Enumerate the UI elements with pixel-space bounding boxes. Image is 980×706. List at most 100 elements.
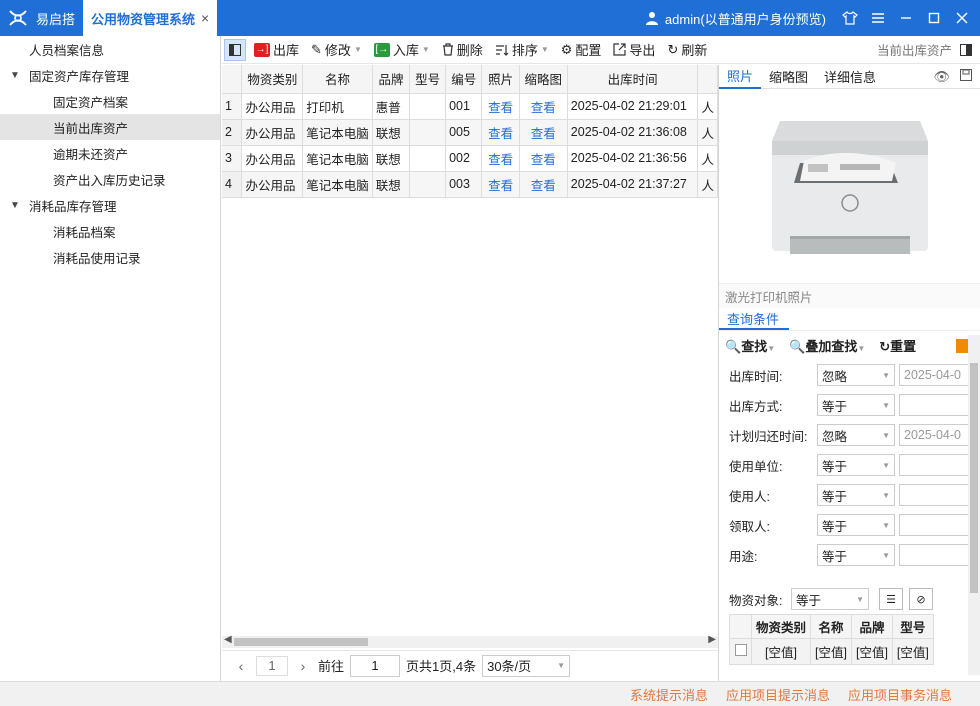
col-header[interactable]: 型号: [891, 614, 934, 639]
chevron-down-icon[interactable]: ▼: [10, 70, 29, 81]
query-vertical-scrollbar[interactable]: [968, 335, 980, 675]
cell-category[interactable]: 办公用品: [241, 171, 304, 198]
list-check-icon[interactable]: ☰: [879, 588, 903, 610]
col-header[interactable]: 出库时间: [567, 65, 699, 94]
cell-code[interactable]: 001: [445, 93, 483, 120]
eye-icon[interactable]: 👁: [933, 69, 950, 85]
prev-page-icon[interactable]: ‹: [232, 658, 250, 674]
condition-value[interactable]: [899, 514, 979, 536]
cell-brand[interactable]: 联想: [372, 145, 411, 172]
printer-photo[interactable]: [719, 89, 980, 284]
cell-out-time[interactable]: 2025-04-02 21:36:08: [567, 119, 699, 146]
row-checkbox[interactable]: [729, 638, 752, 665]
chevron-right-icon[interactable]: ▶: [708, 634, 716, 645]
tab-thumbnail[interactable]: 缩略图: [761, 65, 816, 89]
menu-icon[interactable]: [864, 0, 892, 36]
col-header[interactable]: 缩略图: [519, 65, 568, 94]
in-button[interactable]: [→ 入库 ▼: [368, 38, 436, 62]
refresh-button[interactable]: ↻ 刷新: [661, 38, 713, 62]
current-page[interactable]: 1: [256, 655, 288, 676]
save-icon[interactable]: [960, 68, 972, 81]
sidebar-group-fixed-assets[interactable]: ▼ 固定资产库存管理: [0, 62, 220, 88]
toggle-sidebar-button[interactable]: [224, 38, 246, 61]
scrollbar-thumb[interactable]: [970, 363, 978, 593]
col-header[interactable]: 物资类别: [241, 65, 304, 94]
col-header[interactable]: 品牌: [850, 614, 893, 639]
view-thumb-link[interactable]: 查看: [519, 93, 568, 120]
object-operator[interactable]: 等于 ▼: [791, 588, 869, 610]
tab-details[interactable]: 详细信息: [816, 65, 884, 89]
condition-value[interactable]: 2025-04-0: [899, 424, 979, 446]
sidebar-item-overdue[interactable]: 逾期未还资产: [0, 140, 220, 166]
sidebar-item-current-out[interactable]: 当前出库资产: [0, 114, 220, 140]
cell-category[interactable]: 办公用品: [241, 145, 304, 172]
condition-value[interactable]: [899, 394, 979, 416]
table-row[interactable]: [空值] [空值] [空值] [空值]: [729, 638, 934, 665]
view-thumb-link[interactable]: 查看: [519, 145, 568, 172]
table-row[interactable]: 3 办公用品 笔记本电脑 联想 002 查看 查看 2025-04-02 21:…: [222, 145, 718, 172]
table-row[interactable]: 2 办公用品 笔记本电脑 联想 005 查看 查看 2025-04-02 21:…: [222, 119, 718, 146]
col-header[interactable]: 编号: [445, 65, 483, 94]
cell-code[interactable]: 003: [445, 171, 483, 198]
config-button[interactable]: ⚙ 配置: [555, 38, 608, 62]
chevron-left-icon[interactable]: ◀: [224, 634, 232, 645]
sidebar-item-history[interactable]: 资产出入库历史记录: [0, 166, 220, 192]
panel-right-icon[interactable]: [960, 43, 972, 56]
col-header[interactable]: 照片: [481, 65, 520, 94]
maximize-icon[interactable]: [920, 0, 948, 36]
user-menu[interactable]: admin(以普通用户身份预览): [645, 9, 826, 28]
export-button[interactable]: 导出: [607, 38, 661, 62]
cell-model[interactable]: [409, 145, 447, 172]
cell-model[interactable]: [409, 171, 447, 198]
cell-out-time[interactable]: 2025-04-02 21:29:01: [567, 93, 699, 120]
condition-value[interactable]: [899, 544, 979, 566]
tab-query[interactable]: 查询条件: [719, 308, 789, 330]
condition-operator[interactable]: 忽略 ▼: [817, 424, 895, 446]
col-header[interactable]: 物资类别: [750, 614, 812, 639]
find-button[interactable]: 🔍查找▼: [725, 336, 775, 355]
scrollbar-thumb[interactable]: [234, 638, 368, 646]
delete-button[interactable]: 删除: [436, 38, 489, 62]
col-header[interactable]: 型号: [409, 65, 447, 94]
col-header[interactable]: 品牌: [372, 65, 411, 94]
shirt-icon[interactable]: [836, 0, 864, 36]
condition-operator[interactable]: 等于 ▼: [817, 514, 895, 536]
cell-brand[interactable]: 惠普: [372, 93, 411, 120]
page-size-select[interactable]: 30条/页 ▼: [482, 654, 571, 677]
table-row[interactable]: 4 办公用品 笔记本电脑 联想 003 查看 查看 2025-04-02 21:…: [222, 171, 718, 198]
condition-operator[interactable]: 等于 ▼: [817, 544, 895, 566]
condition-operator[interactable]: 等于 ▼: [817, 394, 895, 416]
close-icon[interactable]: ×: [201, 10, 209, 26]
app-message-link[interactable]: 应用项目提示消息: [726, 685, 830, 704]
cell-empty[interactable]: [空值]: [810, 638, 852, 665]
cell-name[interactable]: 打印机: [302, 93, 373, 120]
sidebar-item-consumable-usage[interactable]: 消耗品使用记录: [0, 244, 220, 270]
condition-operator[interactable]: 等于 ▼: [817, 454, 895, 476]
next-page-icon[interactable]: ›: [294, 658, 312, 674]
cell-code[interactable]: 002: [445, 145, 483, 172]
cell-empty[interactable]: [空值]: [891, 638, 934, 665]
cell-model[interactable]: [409, 119, 447, 146]
condition-value[interactable]: 2025-04-0: [899, 364, 979, 386]
cell-code[interactable]: 005: [445, 119, 483, 146]
reset-button[interactable]: ↻重置: [879, 336, 916, 355]
view-photo-link[interactable]: 查看: [481, 119, 520, 146]
tab-photo[interactable]: 照片: [719, 65, 762, 89]
view-thumb-link[interactable]: 查看: [519, 171, 568, 198]
view-thumb-link[interactable]: 查看: [519, 119, 568, 146]
col-header[interactable]: 名称: [302, 65, 373, 94]
chevron-down-icon[interactable]: ▼: [10, 200, 29, 211]
view-photo-link[interactable]: 查看: [481, 93, 520, 120]
cell-out-time[interactable]: 2025-04-02 21:37:27: [567, 171, 699, 198]
edit-button[interactable]: ✎ 修改 ▼: [305, 38, 368, 62]
tab-system[interactable]: 公用物资管理系统 ×: [83, 0, 218, 36]
condition-value[interactable]: [899, 484, 979, 506]
sidebar-item-consumable-archive[interactable]: 消耗品档案: [0, 218, 220, 244]
sidebar-group-consumables[interactable]: ▼ 消耗品库存管理: [0, 192, 220, 218]
task-message-link[interactable]: 应用项目事务消息: [848, 685, 952, 704]
cell-category[interactable]: 办公用品: [241, 93, 304, 120]
view-photo-link[interactable]: 查看: [481, 145, 520, 172]
cell-name[interactable]: 笔记本电脑: [302, 119, 373, 146]
cell-category[interactable]: 办公用品: [241, 119, 304, 146]
cell-name[interactable]: 笔记本电脑: [302, 171, 373, 198]
